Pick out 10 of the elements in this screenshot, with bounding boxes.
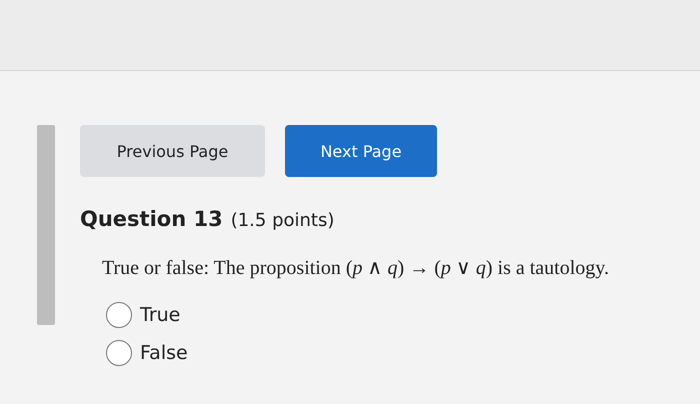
radio-button[interactable]	[106, 340, 132, 366]
option-label: True	[140, 304, 180, 326]
radio-button[interactable]	[106, 302, 132, 328]
previous-page-button[interactable]: Previous Page	[80, 125, 265, 177]
question-points: (1.5 points)	[230, 210, 334, 231]
option-label: False	[140, 342, 188, 364]
scrollbar[interactable]	[37, 125, 55, 325]
question-text: True or false: The proposition (p ∧ q) → (p ∨ q) is a tautology.	[102, 256, 609, 280]
question-title: Question 13	[80, 207, 223, 231]
next-page-button[interactable]: Next Page	[285, 125, 437, 177]
